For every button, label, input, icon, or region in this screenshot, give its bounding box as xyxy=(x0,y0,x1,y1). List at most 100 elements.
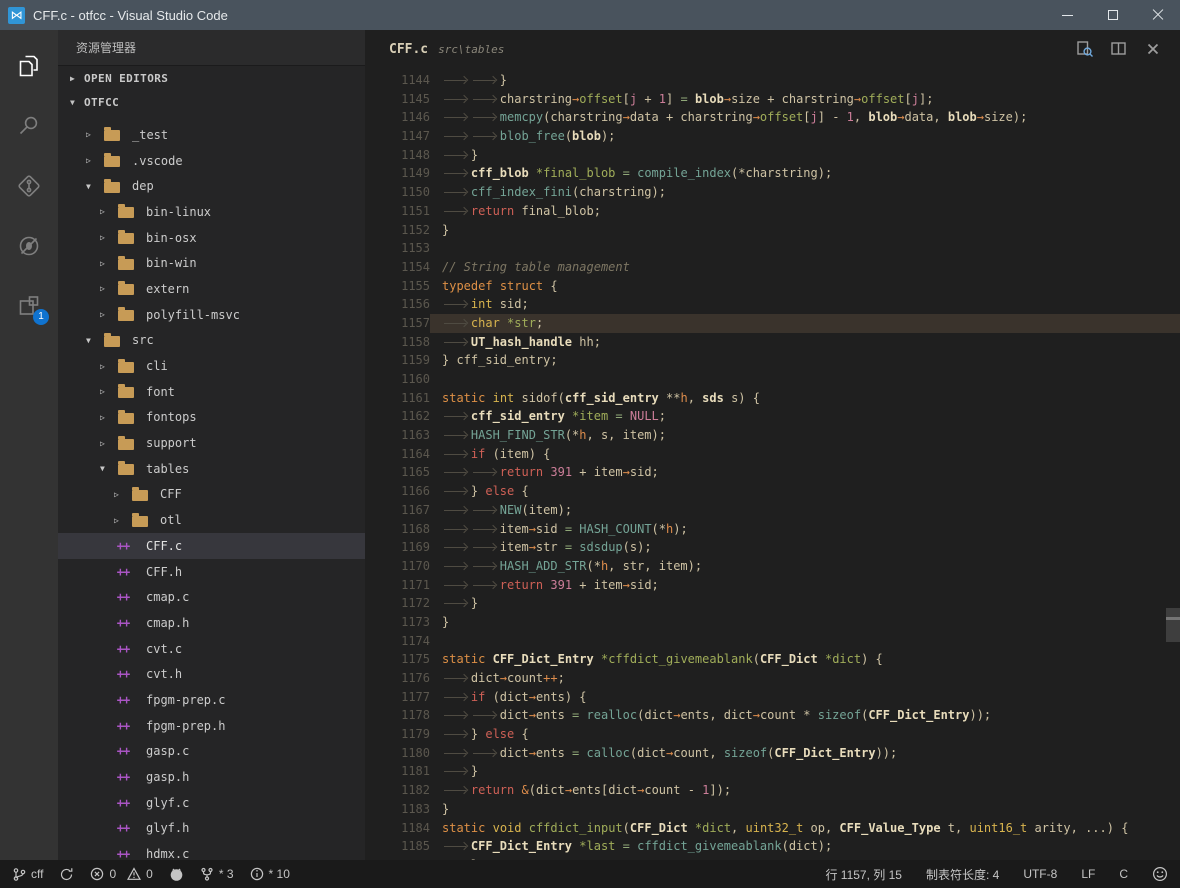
tree-folder-bin-linux[interactable]: ▷ bin-linux xyxy=(58,199,365,225)
tree-file-cmap.c[interactable]: ++ cmap.c xyxy=(58,584,365,610)
editor-title-bar[interactable]: CFF.c src\tables xyxy=(365,30,1180,68)
problems-status[interactable]: 0 0 xyxy=(90,867,153,881)
editor-scrollbar[interactable] xyxy=(1166,608,1180,642)
activity-debug-button[interactable] xyxy=(0,216,58,276)
tree-folder-tables[interactable]: ▼ tables xyxy=(58,456,365,482)
tree-file-fpgm-prep.h[interactable]: ++ fpgm-prep.h xyxy=(58,713,365,739)
code-line-1182[interactable]: 1182 return &(dict→ents[dict→count - 1]); xyxy=(365,781,1180,800)
tree-file-CFF.h[interactable]: ++ CFF.h xyxy=(58,559,365,585)
code-line-1172[interactable]: 1172} xyxy=(365,594,1180,613)
tree-file-cmap.h[interactable]: ++ cmap.h xyxy=(58,610,365,636)
tree-file-glyf.h[interactable]: ++ glyf.h xyxy=(58,816,365,842)
tree-file-hdmx.c[interactable]: ++ hdmx.c xyxy=(58,841,365,860)
code-line-1179[interactable]: 1179} else { xyxy=(365,725,1180,744)
tree-folder-dep[interactable]: ▼ dep xyxy=(58,173,365,199)
code-line-1163[interactable]: 1163 HASH_FIND_STR(*h, s, item); xyxy=(365,426,1180,445)
git-branch-status[interactable]: cff xyxy=(12,867,43,882)
tree-folder-CFF[interactable]: ▷ CFF xyxy=(58,482,365,508)
tree-folder-support[interactable]: ▷ support xyxy=(58,430,365,456)
code-line-1169[interactable]: 1169 item→str = sdsdup(s); xyxy=(365,538,1180,557)
tree-folder-bin-osx[interactable]: ▷ bin-osx xyxy=(58,225,365,251)
code-line-1160[interactable]: 1160 xyxy=(365,370,1180,389)
tree-folder-font[interactable]: ▷ font xyxy=(58,379,365,405)
tree-folder-otl[interactable]: ▷ otl xyxy=(58,507,365,533)
code-line-1170[interactable]: 1170 HASH_ADD_STR(*h, str, item); xyxy=(365,557,1180,576)
code-line-1148[interactable]: 1148} xyxy=(365,146,1180,165)
encoding-status[interactable]: UTF-8 xyxy=(1023,867,1057,881)
tree-folder-_test[interactable]: ▷ _test xyxy=(58,122,365,148)
code-line-1183[interactable]: 1183} xyxy=(365,800,1180,819)
split-editor-button[interactable] xyxy=(1102,34,1136,64)
minimize-button[interactable] xyxy=(1045,0,1090,30)
maximize-button[interactable] xyxy=(1090,0,1135,30)
language-mode-status[interactable]: C xyxy=(1119,867,1128,881)
tab-size-status[interactable]: 制表符长度: 4 xyxy=(926,866,999,883)
feedback-status[interactable] xyxy=(1152,866,1168,882)
code-line-1145[interactable]: 1145 charstring→offset[j + 1] = blob→size… xyxy=(365,90,1180,109)
code-line-1177[interactable]: 1177 if (dict→ents) { xyxy=(365,688,1180,707)
section-open-editors[interactable]: ▶ OPEN EDITORS xyxy=(58,66,365,90)
code-line-1175[interactable]: 1175 static CFF_Dict_Entry *cffdict_givem… xyxy=(365,650,1180,669)
code-line-1174[interactable]: 1174 xyxy=(365,632,1180,651)
code-line-1165[interactable]: 1165 return 391 + item→sid; xyxy=(365,463,1180,482)
close-window-button[interactable] xyxy=(1135,0,1180,30)
tree-folder-fontops[interactable]: ▷ fontops xyxy=(58,405,365,431)
code-line-1151[interactable]: 1151 return final_blob; xyxy=(365,202,1180,221)
tree-file-gasp.h[interactable]: ++ gasp.h xyxy=(58,764,365,790)
cursor-position-status[interactable]: 行 1157, 列 15 xyxy=(825,866,902,883)
code-line-1180[interactable]: 1180 dict→ents = calloc(dict→count, sizeo… xyxy=(365,744,1180,763)
tree-file-CFF.c[interactable]: ++ CFF.c xyxy=(58,533,365,559)
github-issues-status[interactable]: * 10 xyxy=(250,867,290,881)
github-status[interactable] xyxy=(169,867,184,882)
code-line-1168[interactable]: 1168 item→sid = HASH_COUNT(*h); xyxy=(365,520,1180,539)
tree-folder-polyfill-msvc[interactable]: ▷ polyfill-msvc xyxy=(58,302,365,328)
code-line-1181[interactable]: 1181} xyxy=(365,762,1180,781)
tree-folder-extern[interactable]: ▷ extern xyxy=(58,276,365,302)
code-line-1146[interactable]: 1146 memcpy(charstring→data + charstring→… xyxy=(365,108,1180,127)
github-forks-status[interactable]: * 3 xyxy=(200,867,234,882)
code-line-1154[interactable]: 1154// String table management xyxy=(365,258,1180,277)
code-line-1162[interactable]: 1162 cff_sid_entry *item = NULL; xyxy=(365,407,1180,426)
code-line-1178[interactable]: 1178 dict→ents = realloc(dict→ents, dict→… xyxy=(365,706,1180,725)
code-line-1144[interactable]: 1144} xyxy=(365,71,1180,90)
code-line-1147[interactable]: 1147 blob_free(blob); xyxy=(365,127,1180,146)
code-line-1157[interactable]: 1157 char *str; xyxy=(365,313,1180,333)
eol-status[interactable]: LF xyxy=(1081,867,1095,881)
code-line-1185[interactable]: 1185 CFF_Dict_Entry *last = cffdict_givem… xyxy=(365,837,1180,856)
code-line-1156[interactable]: 1156 int sid; xyxy=(365,295,1180,314)
tab-file-name[interactable]: CFF.c xyxy=(389,42,428,57)
tree-file-fpgm-prep.c[interactable]: ++ fpgm-prep.c xyxy=(58,687,365,713)
code-line-1171[interactable]: 1171 return 391 + item→sid; xyxy=(365,576,1180,595)
code-line-1176[interactable]: 1176 dict→count++; xyxy=(365,669,1180,688)
sync-status[interactable] xyxy=(59,867,74,882)
activity-extensions-button[interactable]: 1 xyxy=(0,276,58,336)
code-line-1166[interactable]: 1166} else { xyxy=(365,482,1180,501)
section-otfcc[interactable]: ▼ OTFCC xyxy=(58,90,365,114)
code-line-1161[interactable]: 1161 static int sidof(cff_sid_entry **h, … xyxy=(365,389,1180,408)
code-line-1149[interactable]: 1149 cff_blob *final_blob = compile_index… xyxy=(365,164,1180,183)
close-tab-button[interactable] xyxy=(1136,34,1170,64)
code-line-1173[interactable]: 1173} xyxy=(365,613,1180,632)
code-line-1158[interactable]: 1158 UT_hash_handle hh; xyxy=(365,333,1180,352)
activity-source-control-button[interactable] xyxy=(0,156,58,216)
code-line-1164[interactable]: 1164 if (item) { xyxy=(365,445,1180,464)
activity-explorer-button[interactable] xyxy=(0,36,58,96)
tree-file-gasp.c[interactable]: ++ gasp.c xyxy=(58,739,365,765)
tree-file-cvt.h[interactable]: ++ cvt.h xyxy=(58,661,365,687)
tree-file-cvt.c[interactable]: ++ cvt.c xyxy=(58,636,365,662)
tree-file-glyf.c[interactable]: ++ glyf.c xyxy=(58,790,365,816)
code-line-1152[interactable]: 1152} xyxy=(365,221,1180,240)
code-line-1153[interactable]: 1153 xyxy=(365,239,1180,258)
activity-search-button[interactable] xyxy=(0,96,58,156)
code-line-1159[interactable]: 1159} cff_sid_entry; xyxy=(365,351,1180,370)
tree-folder-bin-win[interactable]: ▷ bin-win xyxy=(58,250,365,276)
code-editor[interactable]: 1144} 1145 charstring→offset[j + 1] = blob… xyxy=(365,68,1180,860)
tree-folder-cli[interactable]: ▷ cli xyxy=(58,353,365,379)
code-line-1150[interactable]: 1150 cff_index_fini(charstring); xyxy=(365,183,1180,202)
tree-folder-src[interactable]: ▼ src xyxy=(58,328,365,354)
tree-folder-.vscode[interactable]: ▷ .vscode xyxy=(58,148,365,174)
code-line-1167[interactable]: 1167 NEW(item); xyxy=(365,501,1180,520)
code-line-1184[interactable]: 1184 static void cffdict_input(CFF_Dict *… xyxy=(365,819,1180,838)
open-preview-button[interactable] xyxy=(1068,34,1102,64)
code-line-1155[interactable]: 1155 typedef struct { xyxy=(365,277,1180,296)
